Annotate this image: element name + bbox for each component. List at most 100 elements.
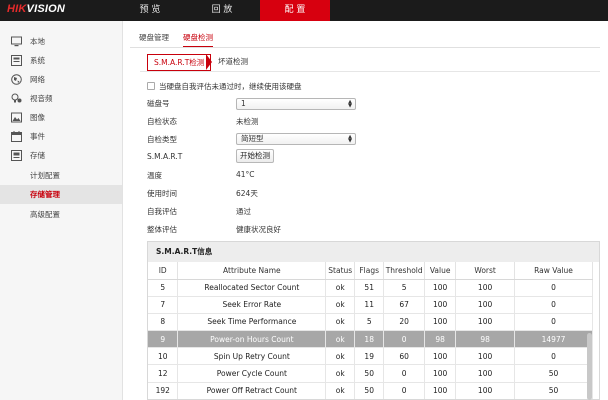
sidebar-item-label: 计划配置 xyxy=(30,171,60,180)
sidebar-item-advanced[interactable]: 高级配置 xyxy=(0,205,122,224)
sidebar-item-system[interactable]: 系统 xyxy=(0,51,122,70)
table-cell: ok xyxy=(325,279,356,297)
select-arrows-icon: ▲ ▼ xyxy=(348,134,352,144)
self-test-status-value: 未检测 xyxy=(236,117,259,126)
column-header-id[interactable]: ID xyxy=(148,262,179,280)
table-cell: ok xyxy=(325,382,356,399)
column-header-value[interactable]: Value xyxy=(424,262,457,280)
disk-no-select[interactable]: 1 ▲ ▼ xyxy=(236,98,356,110)
table-cell: ok xyxy=(325,313,356,332)
table-cell: 5 xyxy=(354,313,385,332)
table-cell: 10 xyxy=(148,347,179,366)
table-cell: 19 xyxy=(354,347,385,366)
tab-bad-sector-check[interactable]: 坏道检测 xyxy=(212,54,254,71)
table-cell: 0 xyxy=(514,347,593,366)
column-header-raw-value[interactable]: Raw Value xyxy=(514,262,593,280)
table-cell: ok xyxy=(325,364,356,383)
table-row[interactable]: 12 Power Cycle Count ok 50 0 100 100 50 xyxy=(148,364,593,383)
table-row[interactable]: 5 Reallocated Sector Count ok 51 5 100 100 0 xyxy=(148,279,593,297)
table-cell: 100 xyxy=(424,364,457,383)
hikvision-logo: HIKVISION xyxy=(7,3,66,15)
column-header-flags[interactable]: Flags xyxy=(354,262,385,280)
smart-table: ID Attribute Name Status Flags Threshold… xyxy=(148,262,593,399)
table-cell: 0 xyxy=(383,382,426,399)
table-cell: 100 xyxy=(455,382,516,399)
table-scrollbar[interactable] xyxy=(587,278,593,400)
sidebar-item-audio-video[interactable]: 视音频 xyxy=(0,89,122,108)
self-test-type-select[interactable]: 简短型 ▲ ▼ xyxy=(236,133,356,145)
column-header-threshold[interactable]: Threshold xyxy=(383,262,426,280)
sidebar-item-label: 存储管理 xyxy=(30,190,60,199)
system-icon xyxy=(11,55,22,66)
table-row[interactable]: 7 Seek Error Rate ok 11 67 100 100 0 xyxy=(148,296,593,314)
table-cell: 60 xyxy=(383,347,426,366)
table-row[interactable]: 192 Power Off Retract Count ok 50 0 100 100 50 xyxy=(148,382,593,399)
globe-icon xyxy=(11,74,22,85)
table-cell: 100 xyxy=(424,279,457,297)
sidebar-item-label: 视音频 xyxy=(30,94,53,103)
table-cell: 100 xyxy=(455,279,516,297)
sidebar-item-storage[interactable]: 存储 xyxy=(0,146,122,165)
nav-preview[interactable]: 预 览 xyxy=(122,0,178,21)
column-header-attribute-name[interactable]: Attribute Name xyxy=(177,262,327,280)
smart-info-title: S.M.A.R.T信息 xyxy=(148,242,599,262)
table-cell: 50 xyxy=(354,364,385,383)
continue-use-checkbox[interactable] xyxy=(147,82,155,90)
start-check-button[interactable]: 开始检测 xyxy=(236,149,274,163)
column-header-status[interactable]: Status xyxy=(325,262,356,280)
table-cell: 0 xyxy=(514,296,593,314)
overall-eval-label: 整体评估 xyxy=(147,225,177,234)
table-cell: 100 xyxy=(424,382,457,399)
table-cell: 100 xyxy=(424,296,457,314)
table-cell: Power-on Hours Count xyxy=(177,330,327,349)
table-cell: ok xyxy=(325,296,356,314)
table-row[interactable]: 9 Power-on Hours Count ok 18 0 98 98 14977 xyxy=(148,330,593,349)
table-cell: 192 xyxy=(148,382,179,399)
nav-playback[interactable]: 回 放 xyxy=(194,0,250,21)
sidebar-item-event[interactable]: 事件 xyxy=(0,127,122,146)
table-cell: 12 xyxy=(148,364,179,383)
self-test-type-label: 自检类型 xyxy=(147,135,177,144)
sidebar-item-label: 网络 xyxy=(30,75,45,84)
storage-icon xyxy=(11,150,22,161)
scrollbar-thumb[interactable] xyxy=(587,333,592,400)
usage-time-value: 624天 xyxy=(236,189,258,198)
select-arrows-icon: ▲ ▼ xyxy=(348,99,352,109)
self-eval-value: 通过 xyxy=(236,207,251,216)
tab-disk-management[interactable]: 硬盘管理 xyxy=(139,28,169,48)
table-cell: 0 xyxy=(383,330,426,349)
nav-config[interactable]: 配 置 xyxy=(260,0,330,21)
sidebar-item-image[interactable]: 图像 xyxy=(0,108,122,127)
temperature-value: 41°C xyxy=(236,170,255,179)
sidebar-item-label: 本地 xyxy=(30,37,45,46)
column-header-worst[interactable]: Worst xyxy=(455,262,516,280)
table-cell: 100 xyxy=(424,313,457,332)
table-cell: Power Off Retract Count xyxy=(177,382,327,399)
table-cell: Seek Time Performance xyxy=(177,313,327,332)
sidebar-item-label: 图像 xyxy=(30,113,45,122)
table-cell: 0 xyxy=(514,313,593,332)
table-row[interactable]: 10 Spin Up Retry Count ok 19 60 100 100 0 xyxy=(148,347,593,366)
table-cell: 7 xyxy=(148,296,179,314)
sidebar: 本地 系统 网络 视音频 图像 事件 存储 计划配置 存储管理 高级配置 xyxy=(0,21,123,400)
table-row[interactable]: 8 Seek Time Performance ok 5 20 100 100 0 xyxy=(148,313,593,332)
smart-label: S.M.A.R.T xyxy=(147,152,183,161)
table-cell: Seek Error Rate xyxy=(177,296,327,314)
table-cell: 50 xyxy=(354,382,385,399)
sidebar-item-local[interactable]: 本地 xyxy=(0,32,122,51)
tab-disk-check[interactable]: 硬盘检测 xyxy=(183,28,213,48)
table-cell: 5 xyxy=(148,279,179,297)
table-cell: 11 xyxy=(354,296,385,314)
usage-time-label: 使用时间 xyxy=(147,189,177,198)
sidebar-item-schedule[interactable]: 计划配置 xyxy=(0,166,122,185)
event-icon xyxy=(11,131,22,142)
image-icon xyxy=(11,112,22,123)
table-cell: 98 xyxy=(424,330,457,349)
sidebar-item-network[interactable]: 网络 xyxy=(0,70,122,89)
tab-smart-check[interactable]: S.M.A.R.T检测 xyxy=(147,54,212,71)
table-cell: 98 xyxy=(455,330,516,349)
sidebar-item-storage-management[interactable]: 存储管理 xyxy=(0,185,122,204)
top-nav-bar: HIKVISION 预 览 回 放 配 置 xyxy=(0,0,608,21)
table-cell: 0 xyxy=(514,279,593,297)
tab-divider xyxy=(130,47,600,48)
